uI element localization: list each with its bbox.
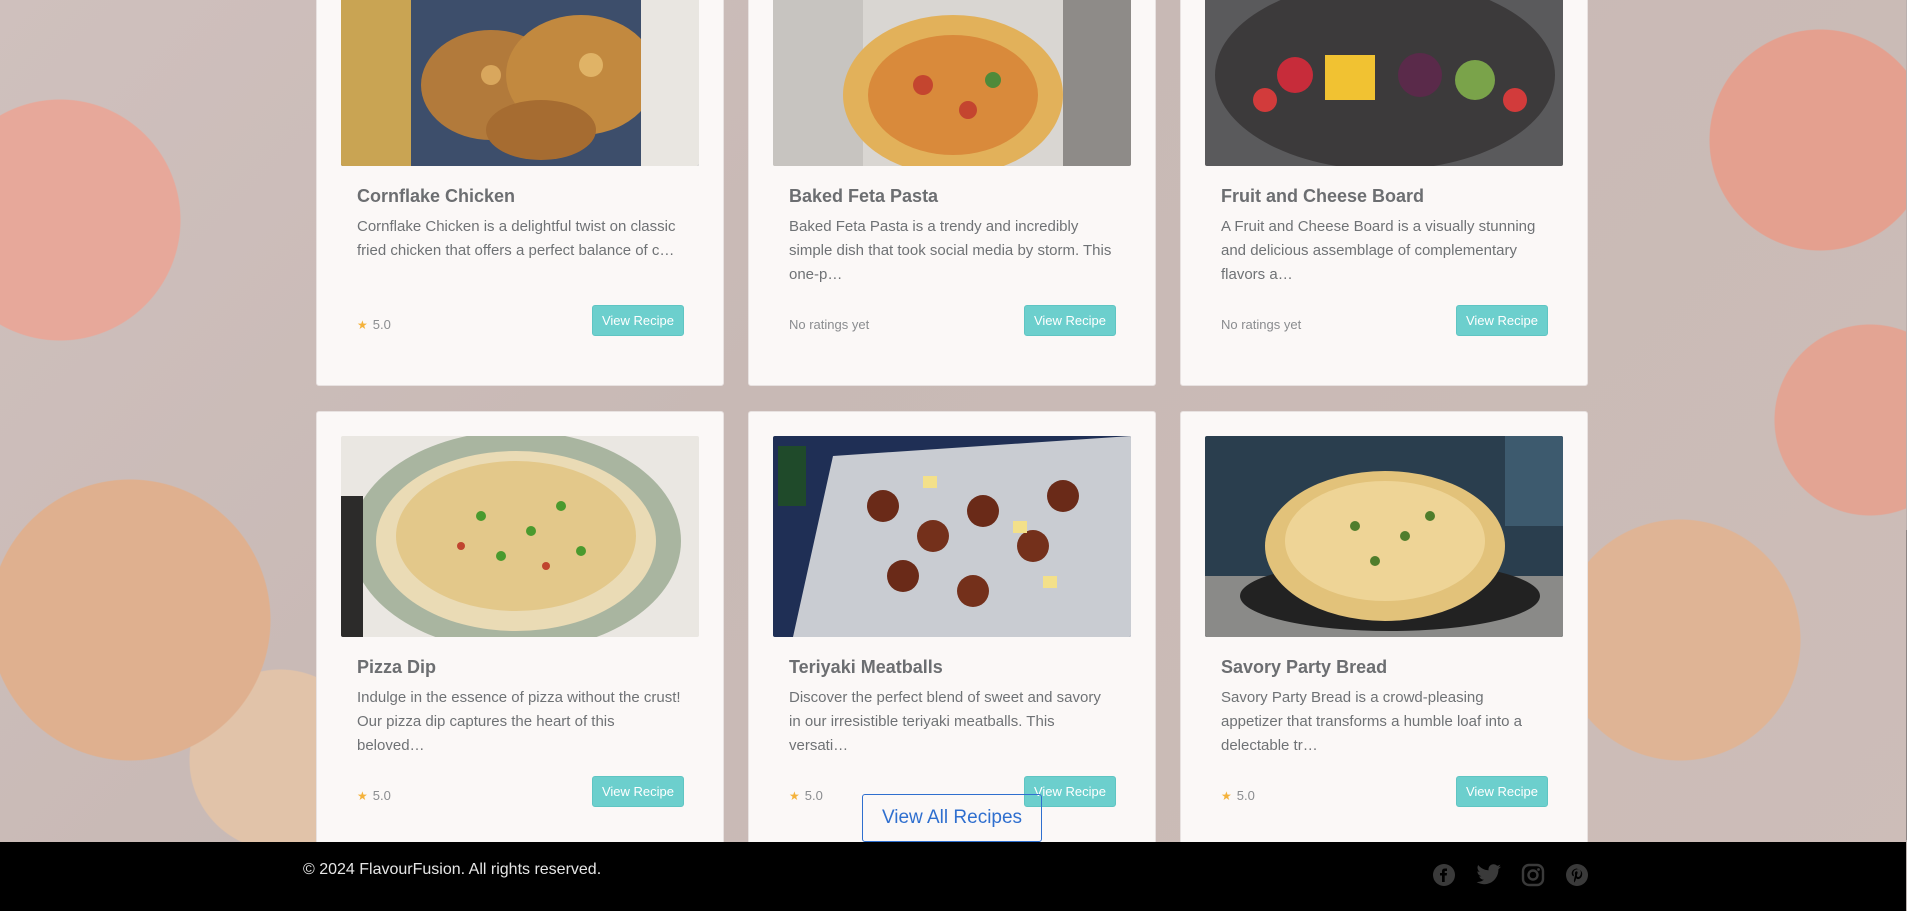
recipe-image-fried-chicken[interactable] xyxy=(341,0,699,166)
recipe-card: Cornflake Chicken Cornflake Chicken is a… xyxy=(316,0,724,386)
view-recipe-button[interactable]: View Recipe xyxy=(1023,305,1116,336)
recipe-image-feta-pasta[interactable] xyxy=(773,0,1131,166)
recipe-title: Cornflake Chicken xyxy=(357,186,516,206)
star-icon: ★ xyxy=(357,788,368,803)
recipe-image-pizza-dip[interactable] xyxy=(341,436,699,637)
facebook-icon[interactable] xyxy=(1431,862,1457,888)
rating-value: 5.0 xyxy=(372,317,391,332)
star-icon: ★ xyxy=(789,788,800,803)
recipe-rating: ★ 5.0 xyxy=(357,788,391,803)
pinterest-icon[interactable] xyxy=(1564,862,1590,888)
recipe-description: Indulge in the essence of pizza without … xyxy=(357,689,681,754)
recipe-description: A Fruit and Cheese Board is a visually s… xyxy=(1221,218,1536,283)
recipe-card: Savory Party Bread Savory Party Bread is… xyxy=(1180,411,1588,857)
recipe-description: Savory Party Bread is a crowd-pleasing a… xyxy=(1221,689,1522,754)
recipe-title: Baked Feta Pasta xyxy=(789,186,939,206)
recipe-card: Baked Feta Pasta Baked Feta Pasta is a t… xyxy=(748,0,1156,386)
star-icon: ★ xyxy=(1221,788,1232,803)
twitter-icon[interactable] xyxy=(1476,862,1502,888)
recipe-title: Fruit and Cheese Board xyxy=(1221,186,1425,206)
recipe-card: Pizza Dip Indulge in the essence of pizz… xyxy=(316,411,724,857)
rating-value: 5.0 xyxy=(804,788,823,803)
instagram-icon[interactable] xyxy=(1520,862,1546,888)
view-recipe-button[interactable]: View Recipe xyxy=(1455,776,1548,807)
rating-value: No ratings yet xyxy=(1221,317,1302,332)
recipe-title: Teriyaki Meatballs xyxy=(789,657,943,677)
recipe-grid: Cornflake Chicken Cornflake Chicken is a… xyxy=(316,0,1588,857)
recipe-image-meatballs[interactable] xyxy=(773,436,1131,637)
star-icon: ★ xyxy=(357,317,368,332)
view-recipe-button[interactable]: View Recipe xyxy=(1455,305,1548,336)
recipe-title: Savory Party Bread xyxy=(1221,657,1388,677)
copyright-text: © 2024 FlavourFusion. All rights reserve… xyxy=(303,861,602,878)
view-recipe-button[interactable]: View Recipe xyxy=(591,305,684,336)
rating-value: 5.0 xyxy=(372,788,391,803)
recipe-rating: No ratings yet xyxy=(789,317,869,332)
rating-value: No ratings yet xyxy=(789,317,870,332)
recipe-description: Cornflake Chicken is a delightful twist … xyxy=(357,218,676,259)
footer: © 2024 FlavourFusion. All rights reserve… xyxy=(0,842,1907,911)
recipe-card: Teriyaki Meatballs Discover the perfect … xyxy=(748,411,1156,857)
recipe-rating: No ratings yet xyxy=(1221,317,1301,332)
recipe-description: Discover the perfect blend of sweet and … xyxy=(789,689,1101,754)
recipe-title: Pizza Dip xyxy=(357,657,437,677)
rating-value: 5.0 xyxy=(1236,788,1255,803)
view-recipe-button[interactable]: View Recipe xyxy=(591,776,684,807)
recipe-rating: ★ 5.0 xyxy=(1221,788,1255,803)
recipe-image-party-bread[interactable] xyxy=(1205,436,1563,637)
recipe-card: Fruit and Cheese Board A Fruit and Chees… xyxy=(1180,0,1588,386)
recipe-description: Baked Feta Pasta is a trendy and incredi… xyxy=(789,218,1112,283)
recipe-rating: ★ 5.0 xyxy=(357,317,391,332)
recipe-rating: ★ 5.0 xyxy=(789,788,823,803)
recipe-image-fruit-board[interactable] xyxy=(1205,0,1563,166)
view-all-recipes-button[interactable]: View All Recipes xyxy=(862,794,1042,842)
